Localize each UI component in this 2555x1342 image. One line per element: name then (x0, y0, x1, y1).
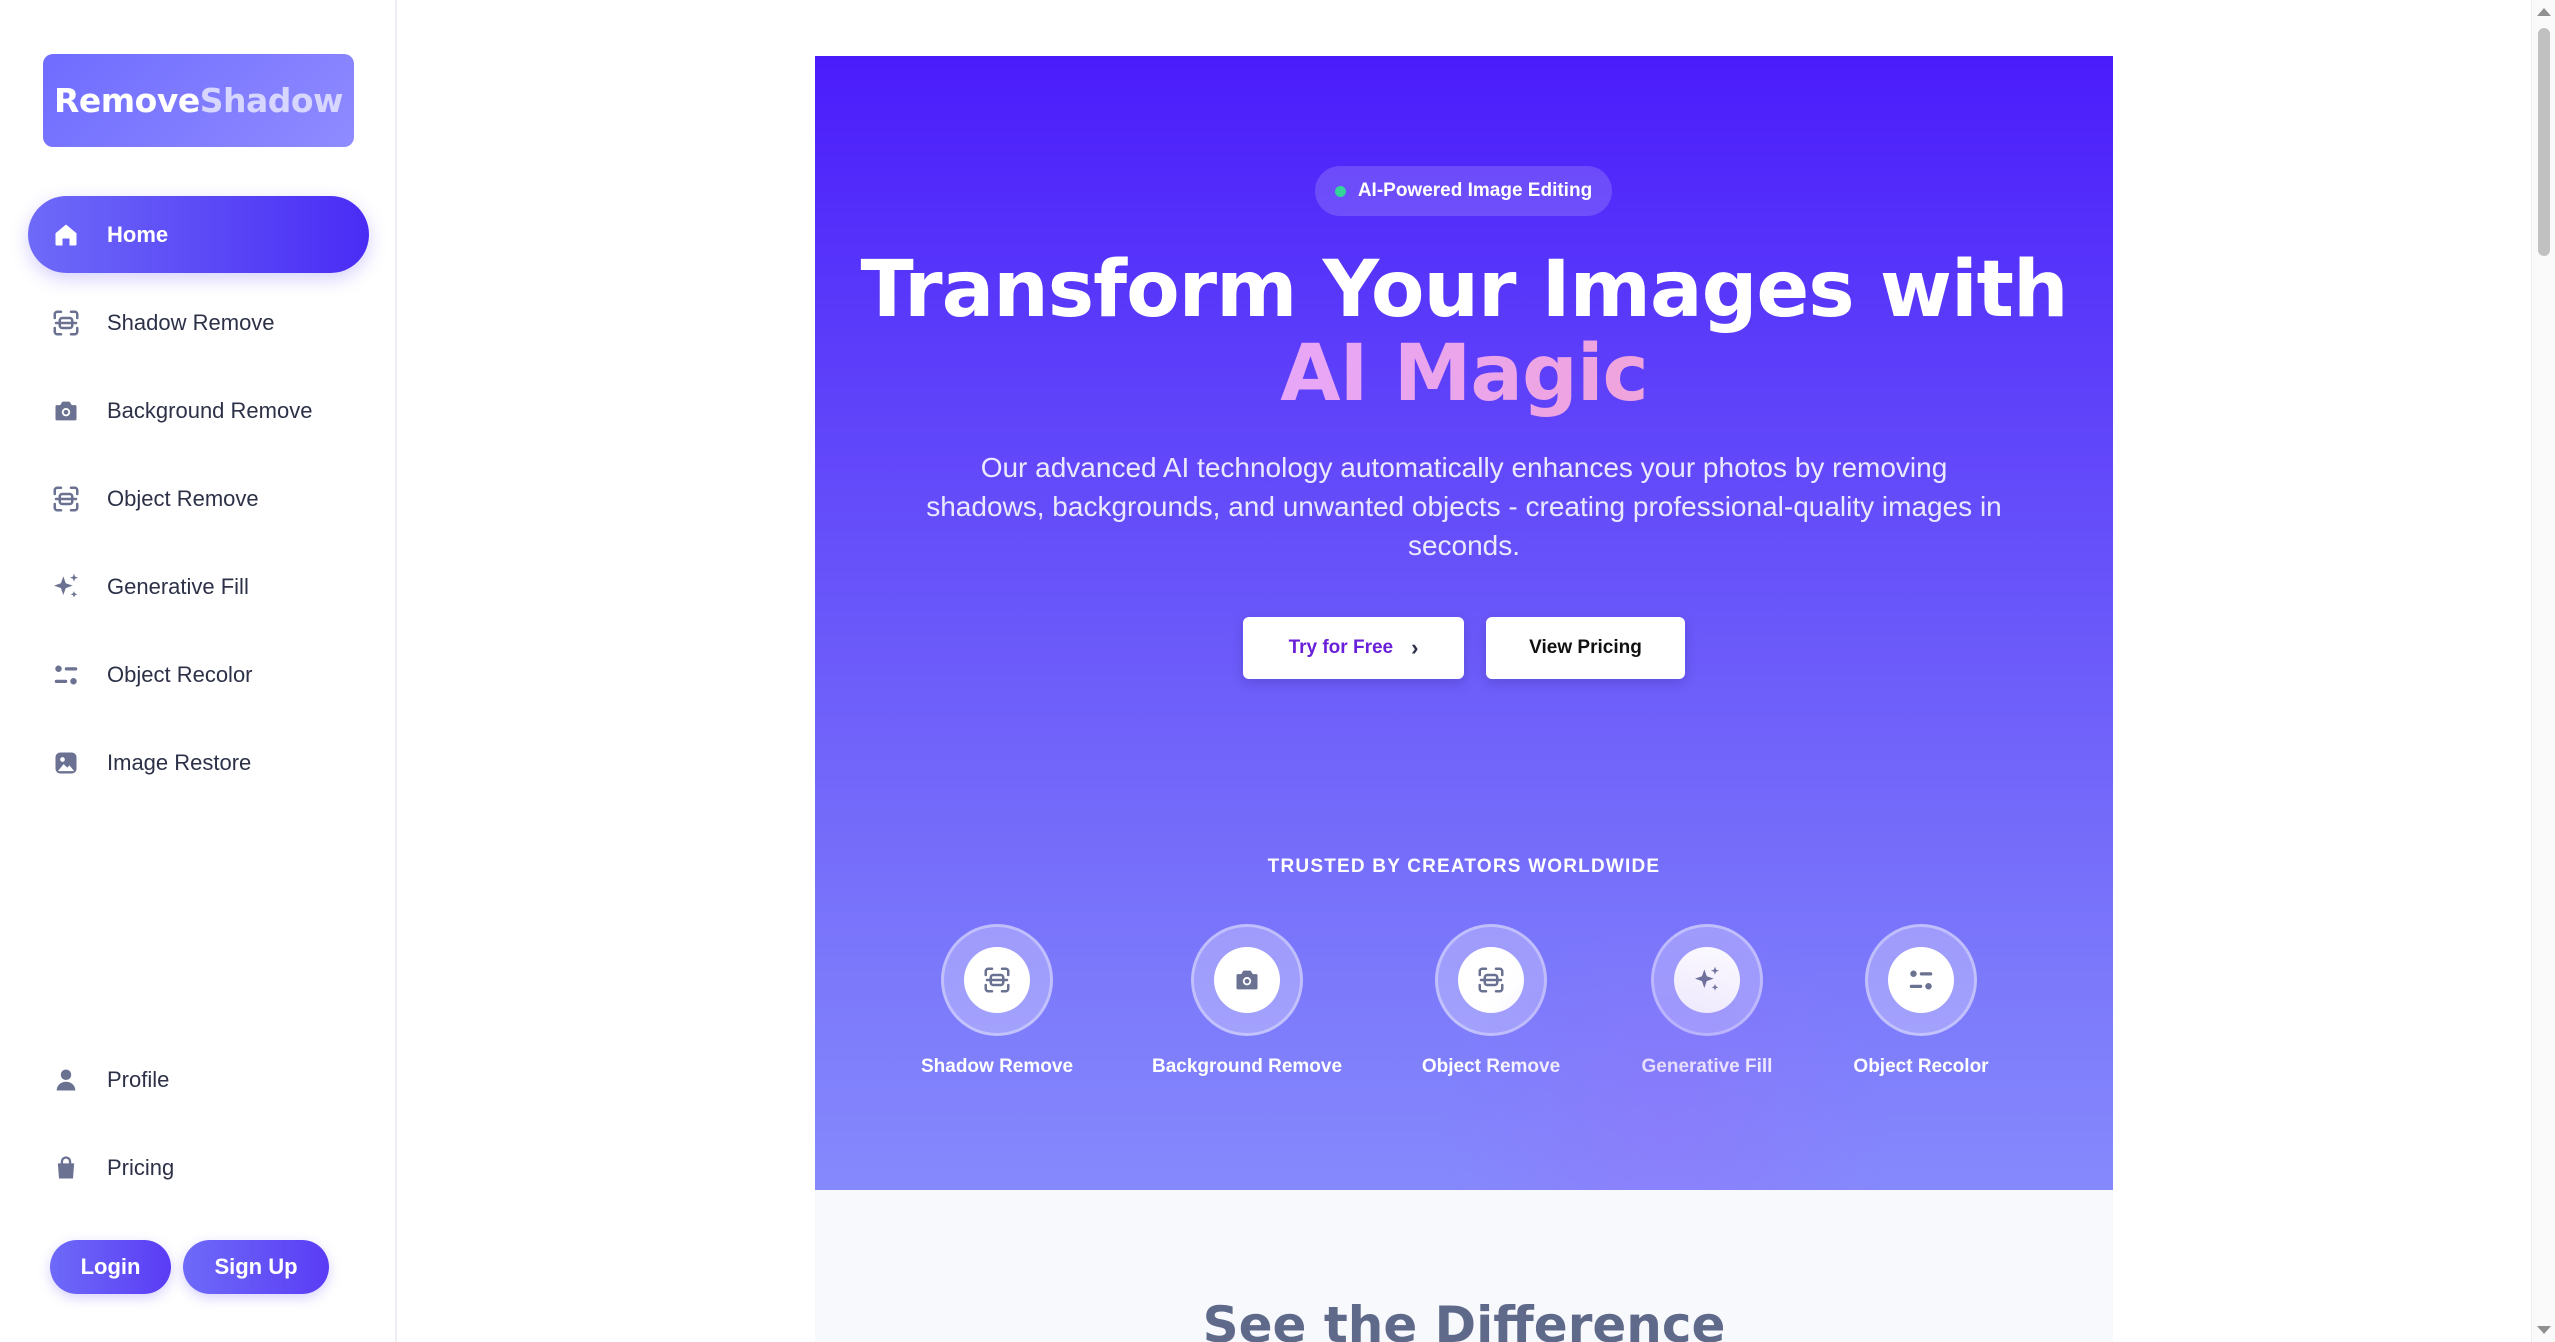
scan-face-icon (50, 483, 82, 515)
tool-icon-ring (1191, 924, 1303, 1036)
image-icon (50, 747, 82, 779)
login-button[interactable]: Login (50, 1240, 171, 1294)
sidebar-item-label: Object Recolor (107, 661, 253, 687)
scroll-thumb[interactable] (2538, 28, 2550, 256)
tool-label: Shadow Remove (920, 1056, 1074, 1077)
scan-face-icon (964, 947, 1030, 1013)
sidebar: Remove Shadow Home Shadow Remove Backgrou… (0, 0, 397, 1342)
sidebar-item-profile[interactable]: Profile (28, 1041, 369, 1118)
tool-shadow-remove[interactable]: Shadow Remove (897, 924, 1097, 1078)
hero-headline: Transform Your Images with AI Magic (845, 248, 2083, 416)
sidebar-item-generative-fill[interactable]: Generative Fill (28, 548, 369, 625)
tool-object-recolor[interactable]: Object Recolor (1821, 924, 2021, 1078)
sliders-icon (50, 659, 82, 691)
status-dot (1334, 185, 1346, 197)
headline-main: Transform Your Images with (860, 245, 2068, 335)
camera-icon (50, 395, 82, 427)
sparkles-icon (50, 571, 82, 603)
sidebar-item-home[interactable]: Home (28, 196, 369, 273)
shopping-bag-icon (50, 1152, 82, 1184)
cta-buttons: Try for Free › View Pricing (1243, 617, 1685, 679)
trusted-heading: TRUSTED BY CREATORS WORLDWIDE (1267, 856, 1661, 877)
tool-label: Generative Fill (1641, 1056, 1773, 1077)
tool-icon-ring (1651, 924, 1763, 1036)
sidebar-item-label: Generative Fill (107, 573, 249, 599)
view-pricing-button[interactable]: View Pricing (1486, 617, 1685, 679)
sidebar-item-label: Pricing (107, 1154, 175, 1180)
home-icon (50, 219, 82, 251)
tool-label: Object Remove (1421, 1056, 1561, 1077)
tool-object-remove[interactable]: Object Remove (1391, 924, 1591, 1078)
sidebar-item-label: Image Restore (107, 749, 252, 775)
scroll-up-arrow-icon[interactable] (2537, 8, 2551, 16)
sidebar-item-label: Profile (107, 1066, 170, 1092)
sidebar-item-label: Object Remove (107, 485, 259, 511)
scan-face-icon (1458, 947, 1524, 1013)
signup-button[interactable]: Sign Up (183, 1240, 329, 1294)
sidebar-item-background-remove[interactable]: Background Remove (28, 372, 369, 449)
sidebar-nav: Home Shadow Remove Background Remove Obj… (28, 196, 369, 812)
sidebar-item-shadow-remove[interactable]: Shadow Remove (28, 284, 369, 361)
tool-label: Object Recolor (1853, 1056, 1989, 1077)
sidebar-item-image-restore[interactable]: Image Restore (28, 724, 369, 801)
section-title: See the Difference (1202, 1296, 1726, 1342)
scan-face-icon (50, 307, 82, 339)
tool-icon-ring (941, 924, 1053, 1036)
sidebar-item-label: Background Remove (107, 397, 313, 423)
tool-generative-fill[interactable]: Generative Fill (1607, 924, 1807, 1078)
sidebar-item-label: Home (107, 221, 169, 247)
hero-subtitle: Our advanced AI technology automatically… (926, 452, 2002, 561)
sidebar-bottom-nav: Profile Pricing (28, 1041, 369, 1217)
page-scrollbar[interactable] (2531, 0, 2555, 1342)
tool-label: Background Remove (1151, 1056, 1343, 1077)
camera-icon (1214, 947, 1280, 1013)
headline-accent: AI Magic (1280, 329, 1649, 419)
sliders-icon (1888, 947, 1954, 1013)
sidebar-item-pricing[interactable]: Pricing (28, 1129, 369, 1206)
tool-icon-ring (1435, 924, 1547, 1036)
try-for-free-label: Try for Free (1288, 637, 1394, 658)
sidebar-item-object-recolor[interactable]: Object Recolor (28, 636, 369, 713)
sparkles-icon (1674, 947, 1740, 1013)
brand-name-part2: Shadow (199, 81, 344, 120)
auth-buttons: Login Sign Up (50, 1240, 329, 1294)
ai-badge: AI-Powered Image Editing (1315, 166, 1612, 216)
scroll-down-arrow-icon[interactable] (2537, 1326, 2551, 1334)
user-icon (50, 1064, 82, 1096)
sidebar-item-label: Shadow Remove (107, 309, 275, 335)
badge-text: AI-Powered Image Editing (1357, 180, 1593, 201)
sidebar-item-object-remove[interactable]: Object Remove (28, 460, 369, 537)
brand-logo[interactable]: Remove Shadow (43, 54, 354, 147)
tool-background-remove[interactable]: Background Remove (1147, 924, 1347, 1078)
try-for-free-button[interactable]: Try for Free › (1243, 617, 1464, 679)
brand-name-part1: Remove (53, 81, 200, 120)
tool-showcase: Shadow Remove Background Remove Object R… (815, 924, 2113, 1084)
chevron-right-icon: › (1411, 635, 1419, 660)
tool-icon-ring (1865, 924, 1977, 1036)
comparison-section: See the Difference (815, 1190, 2113, 1342)
hero-section: AI-Powered Image Editing Transform Your … (815, 56, 2113, 1190)
